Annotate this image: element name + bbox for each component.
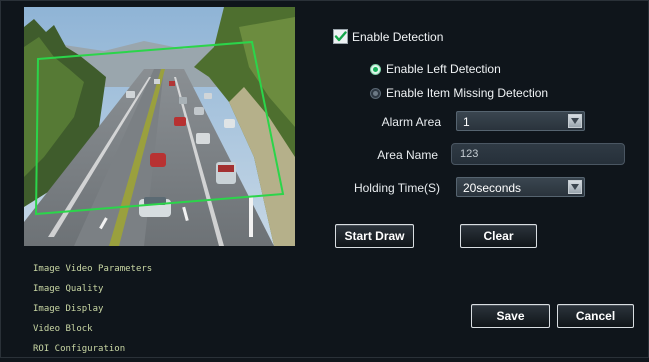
enable-left-detection-label: Enable Left Detection (386, 62, 501, 76)
menu-item-roi-configuration[interactable]: ROI Configuration (33, 342, 152, 362)
menu-item-image-display[interactable]: Image Display (33, 302, 152, 322)
enable-item-missing-detection-radio[interactable]: Enable Item Missing Detection (370, 86, 548, 100)
checkmark-icon (334, 31, 347, 42)
area-name-label: Area Name (377, 148, 438, 162)
enable-detection-label: Enable Detection (352, 29, 444, 44)
area-name-input[interactable]: 123 (451, 143, 625, 165)
image-settings-menu: Image Video Parameters Image Quality Ima… (33, 262, 152, 362)
holding-time-select[interactable]: 20seconds (456, 177, 585, 197)
menu-item-image-video-parameters[interactable]: Image Video Parameters (33, 262, 152, 282)
chevron-down-icon[interactable] (568, 114, 582, 128)
checkbox-box[interactable] (333, 29, 348, 44)
enable-item-missing-detection-label: Enable Item Missing Detection (386, 86, 549, 100)
alarm-area-label: Alarm Area (381, 115, 441, 129)
chevron-down-icon[interactable] (568, 180, 582, 194)
alarm-area-select[interactable]: 1 (456, 111, 585, 131)
camera-preview-image (24, 7, 295, 246)
enable-detection-checkbox[interactable]: Enable Detection (333, 29, 443, 44)
camera-preview[interactable] (24, 7, 295, 246)
enable-left-detection-radio[interactable]: Enable Left Detection (370, 62, 501, 76)
clear-button[interactable]: Clear (460, 224, 537, 248)
save-button[interactable]: Save (471, 304, 550, 328)
menu-item-video-block[interactable]: Video Block (33, 322, 152, 342)
radio-selected-icon[interactable] (370, 63, 381, 75)
alarm-area-value: 1 (463, 115, 470, 129)
area-name-value: 123 (460, 148, 479, 160)
start-draw-button[interactable]: Start Draw (335, 224, 414, 248)
holding-time-value: 20seconds (463, 181, 522, 195)
radio-unselected-icon[interactable] (370, 87, 381, 99)
holding-time-label: Holding Time(S) (353, 181, 440, 195)
cancel-button[interactable]: Cancel (557, 304, 634, 328)
menu-item-image-quality[interactable]: Image Quality (33, 282, 152, 302)
